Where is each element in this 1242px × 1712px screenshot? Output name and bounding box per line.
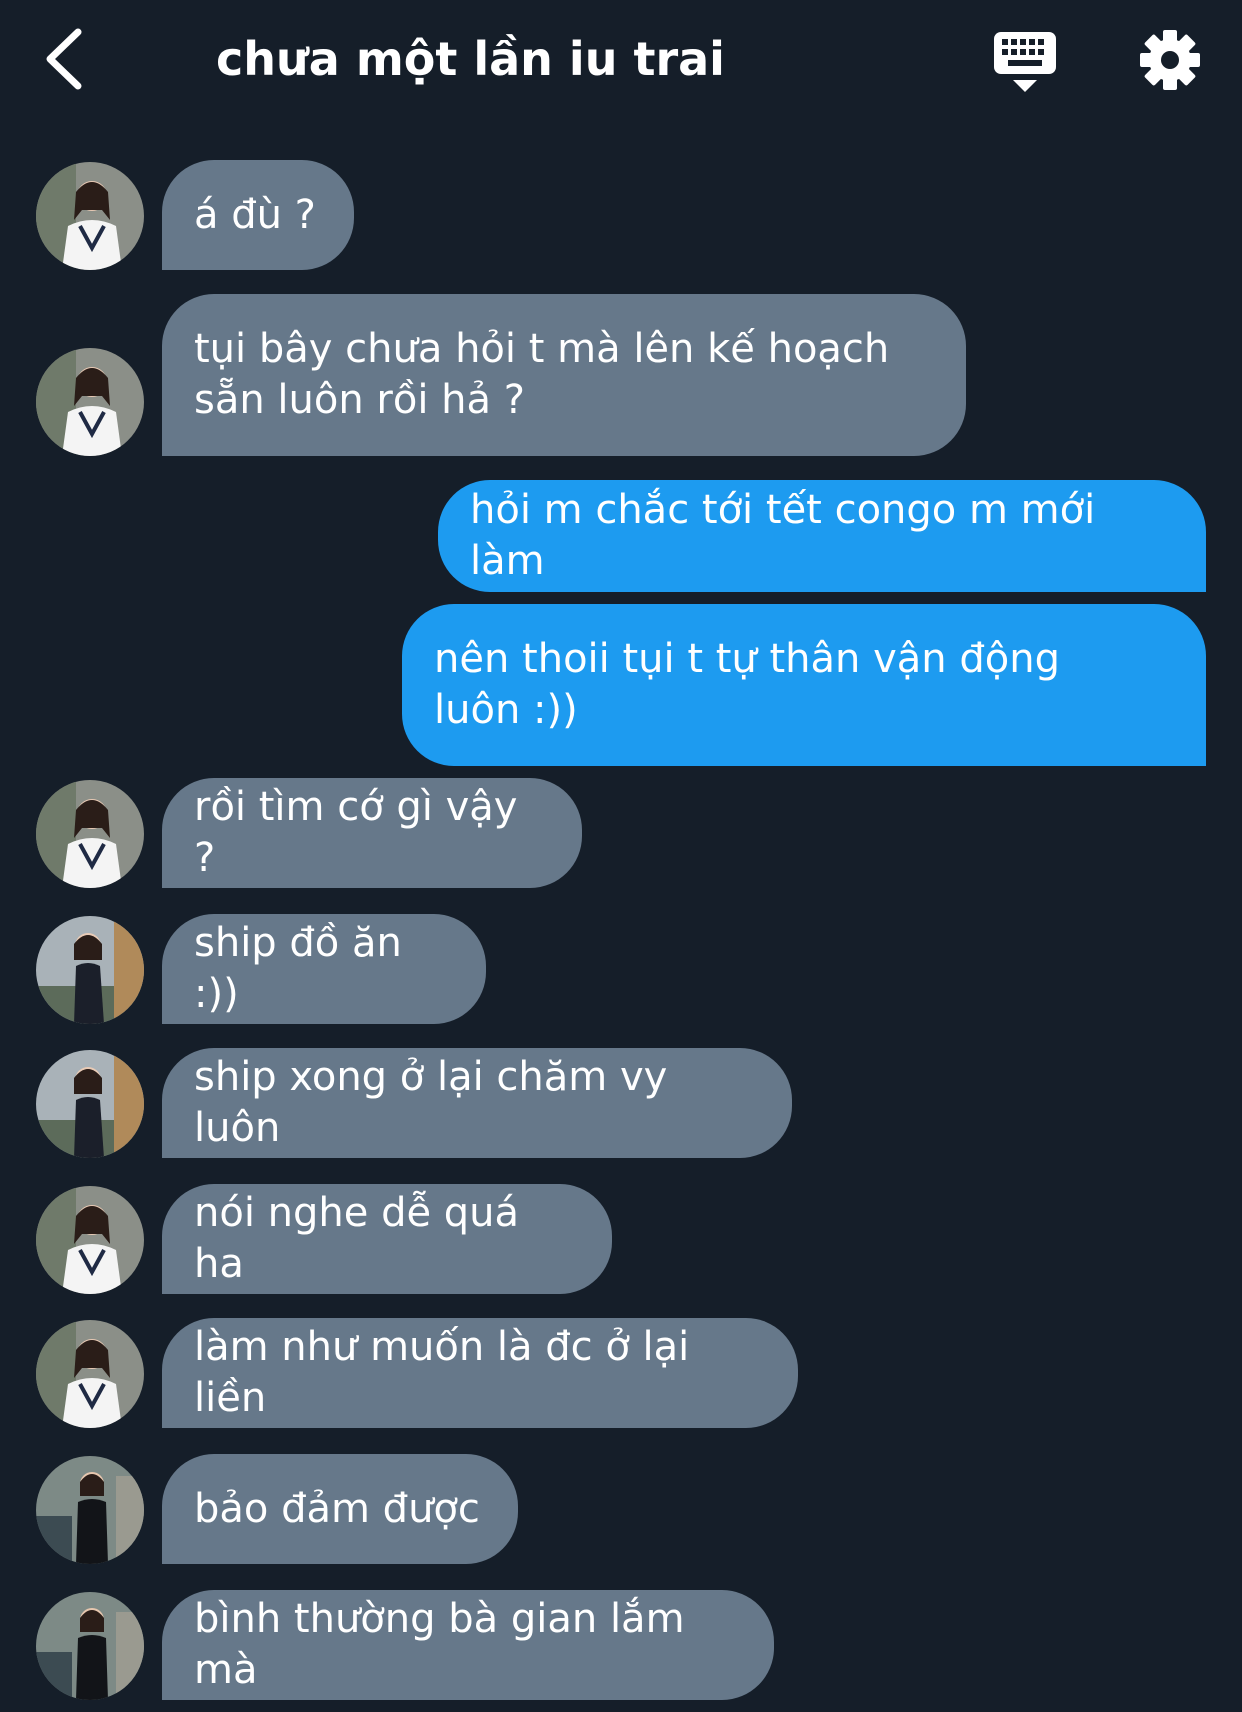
- chat-header: chưa một lần iu trai: [0, 0, 1242, 120]
- message-bubble[interactable]: hỏi m chắc tới tết congo m mới làm: [438, 480, 1206, 592]
- keyboard-toggle-button[interactable]: [992, 30, 1058, 94]
- avatar[interactable]: [36, 1186, 144, 1294]
- avatar[interactable]: [36, 348, 144, 456]
- settings-button[interactable]: [1138, 28, 1202, 92]
- avatar[interactable]: [36, 1456, 144, 1564]
- message-bubble[interactable]: tụi bây chưa hỏi t mà lên kế hoạch sẵn l…: [162, 294, 966, 456]
- avatar[interactable]: [36, 1592, 144, 1700]
- avatar[interactable]: [36, 916, 144, 1024]
- chat-title: chưa một lần iu trai: [216, 32, 725, 86]
- message-bubble[interactable]: ship đồ ăn :)): [162, 914, 486, 1024]
- message-bubble[interactable]: ship xong ở lại chăm vy luôn: [162, 1048, 792, 1158]
- keyboard-dismiss-icon: [994, 32, 1056, 92]
- message-bubble[interactable]: á đù ?: [162, 160, 354, 270]
- gear-icon: [1140, 30, 1200, 90]
- avatar[interactable]: [36, 1050, 144, 1158]
- back-button[interactable]: [38, 26, 94, 92]
- message-bubble[interactable]: làm như muốn là đc ở lại liền: [162, 1318, 798, 1428]
- message-bubble[interactable]: bình thường bà gian lắm mà: [162, 1590, 774, 1700]
- avatar[interactable]: [36, 1320, 144, 1428]
- avatar[interactable]: [36, 162, 144, 270]
- message-bubble[interactable]: nên thoii tụi t tự thân vận động luôn :)…: [402, 604, 1206, 766]
- message-bubble[interactable]: rồi tìm cớ gì vậy ?: [162, 778, 582, 888]
- chevron-left-icon: [46, 28, 82, 90]
- message-bubble[interactable]: nói nghe dễ quá ha: [162, 1184, 612, 1294]
- avatar[interactable]: [36, 780, 144, 888]
- message-bubble[interactable]: bảo đảm được: [162, 1454, 518, 1564]
